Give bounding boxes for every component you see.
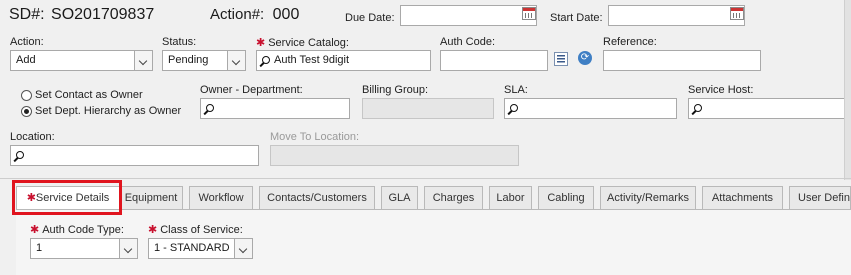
move-to-location-label: Move To Location: [270,131,360,143]
auth-code-type-select[interactable]: 1 [30,238,138,259]
action-number-value: 000 [272,6,300,23]
tab-labor[interactable]: Labor [489,186,532,210]
sla-label: SLA: [504,84,528,96]
sd-value: SO201709837 [51,6,155,23]
owner-department-field[interactable] [200,98,350,119]
chevron-down-icon[interactable] [227,51,245,70]
billing-group-field [362,98,494,119]
tab-cabling[interactable]: Cabling [538,186,594,210]
service-host-field[interactable] [688,98,848,119]
radio-dept-owner-label: Set Dept. Hierarchy as Owner [35,105,182,117]
auth-code-type-label: ✱ Auth Code Type: [30,223,124,236]
class-of-service-select[interactable]: 1 - STANDARD [148,238,253,259]
status-select-value: Pending [168,54,209,66]
sla-field[interactable] [504,98,677,119]
search-icon[interactable] [16,151,24,159]
auth-code-field[interactable] [440,50,548,71]
service-catalog-field[interactable]: Auth Test 9digit [256,50,431,71]
class-of-service-label: ✱ Class of Service: [148,223,243,236]
auth-code-label: Auth Code: [440,36,496,48]
status-select[interactable]: Pending [162,50,246,71]
service-host-label: Service Host: [688,84,754,96]
tab-workflow[interactable]: Workflow [189,186,253,210]
action-label: Action: [10,36,44,48]
required-asterisk-icon: ✱ [148,224,158,236]
location-label: Location: [10,131,55,143]
tab-charges[interactable]: Charges [424,186,483,210]
location-field[interactable] [10,145,259,166]
sd-number: SD#: SO201709837 [9,6,154,24]
tab-equipment[interactable]: Equipment [119,186,183,210]
chevron-down-icon[interactable] [119,239,137,258]
list-icon-lines [557,55,565,63]
action-select-value: Add [16,54,36,66]
class-of-service-value: 1 - STANDARD [154,242,230,254]
calendar-icon[interactable] [730,7,744,20]
list-icon[interactable] [554,52,568,66]
action-select[interactable]: Add [10,50,153,71]
required-asterisk-icon: ✱ [256,37,266,49]
service-catalog-label-text: Service Catalog: [268,37,349,49]
tab-content-panel [16,209,851,275]
radio-contact-owner-label: Set Contact as Owner [35,89,143,101]
search-icon[interactable] [262,56,270,64]
status-label: Status: [162,36,197,48]
tab-activity-remarks[interactable]: Activity/Remarks [600,186,696,210]
chevron-down-icon[interactable] [134,51,152,70]
sd-label: SD#: [9,6,45,23]
tab-attachments[interactable]: Attachments [702,186,783,210]
reference-label: Reference: [603,36,657,48]
action-number: Action#: 000 [210,6,299,24]
section-divider [0,178,851,179]
highlight-box [12,180,122,215]
auth-code-type-value: 1 [36,242,43,254]
radio-dept-owner[interactable] [21,106,32,117]
search-icon[interactable] [694,104,702,112]
radio-contact-owner[interactable] [21,90,32,101]
move-to-location-field [270,145,519,166]
calendar-icon[interactable] [522,7,536,20]
refresh-icon[interactable]: ⟳ [578,51,592,65]
action-number-label: Action#: [210,6,265,23]
auth-code-type-label-text: Auth Code Type: [42,224,124,236]
start-date-label: Start Date: [550,12,603,24]
tab-user-defined[interactable]: User Define [789,186,851,210]
vertical-scrollbar[interactable] [844,0,851,180]
class-of-service-label-text: Class of Service: [160,224,243,236]
due-date-label: Due Date: [345,12,395,24]
reference-field[interactable] [603,50,761,71]
due-date-field[interactable] [400,5,537,26]
tab-contacts-customers[interactable]: Contacts/Customers [259,186,375,210]
tab-gla[interactable]: GLA [381,186,418,210]
chevron-down-icon[interactable] [234,239,252,258]
billing-group-label: Billing Group: [362,84,429,96]
required-asterisk-icon: ✱ [30,224,40,236]
search-icon[interactable] [206,104,214,112]
owner-department-label: Owner - Department: [200,84,303,96]
search-icon[interactable] [510,104,518,112]
service-catalog-value: Auth Test 9digit [274,54,350,66]
service-catalog-label: ✱ Service Catalog: [256,36,349,49]
start-date-field[interactable] [608,5,745,26]
